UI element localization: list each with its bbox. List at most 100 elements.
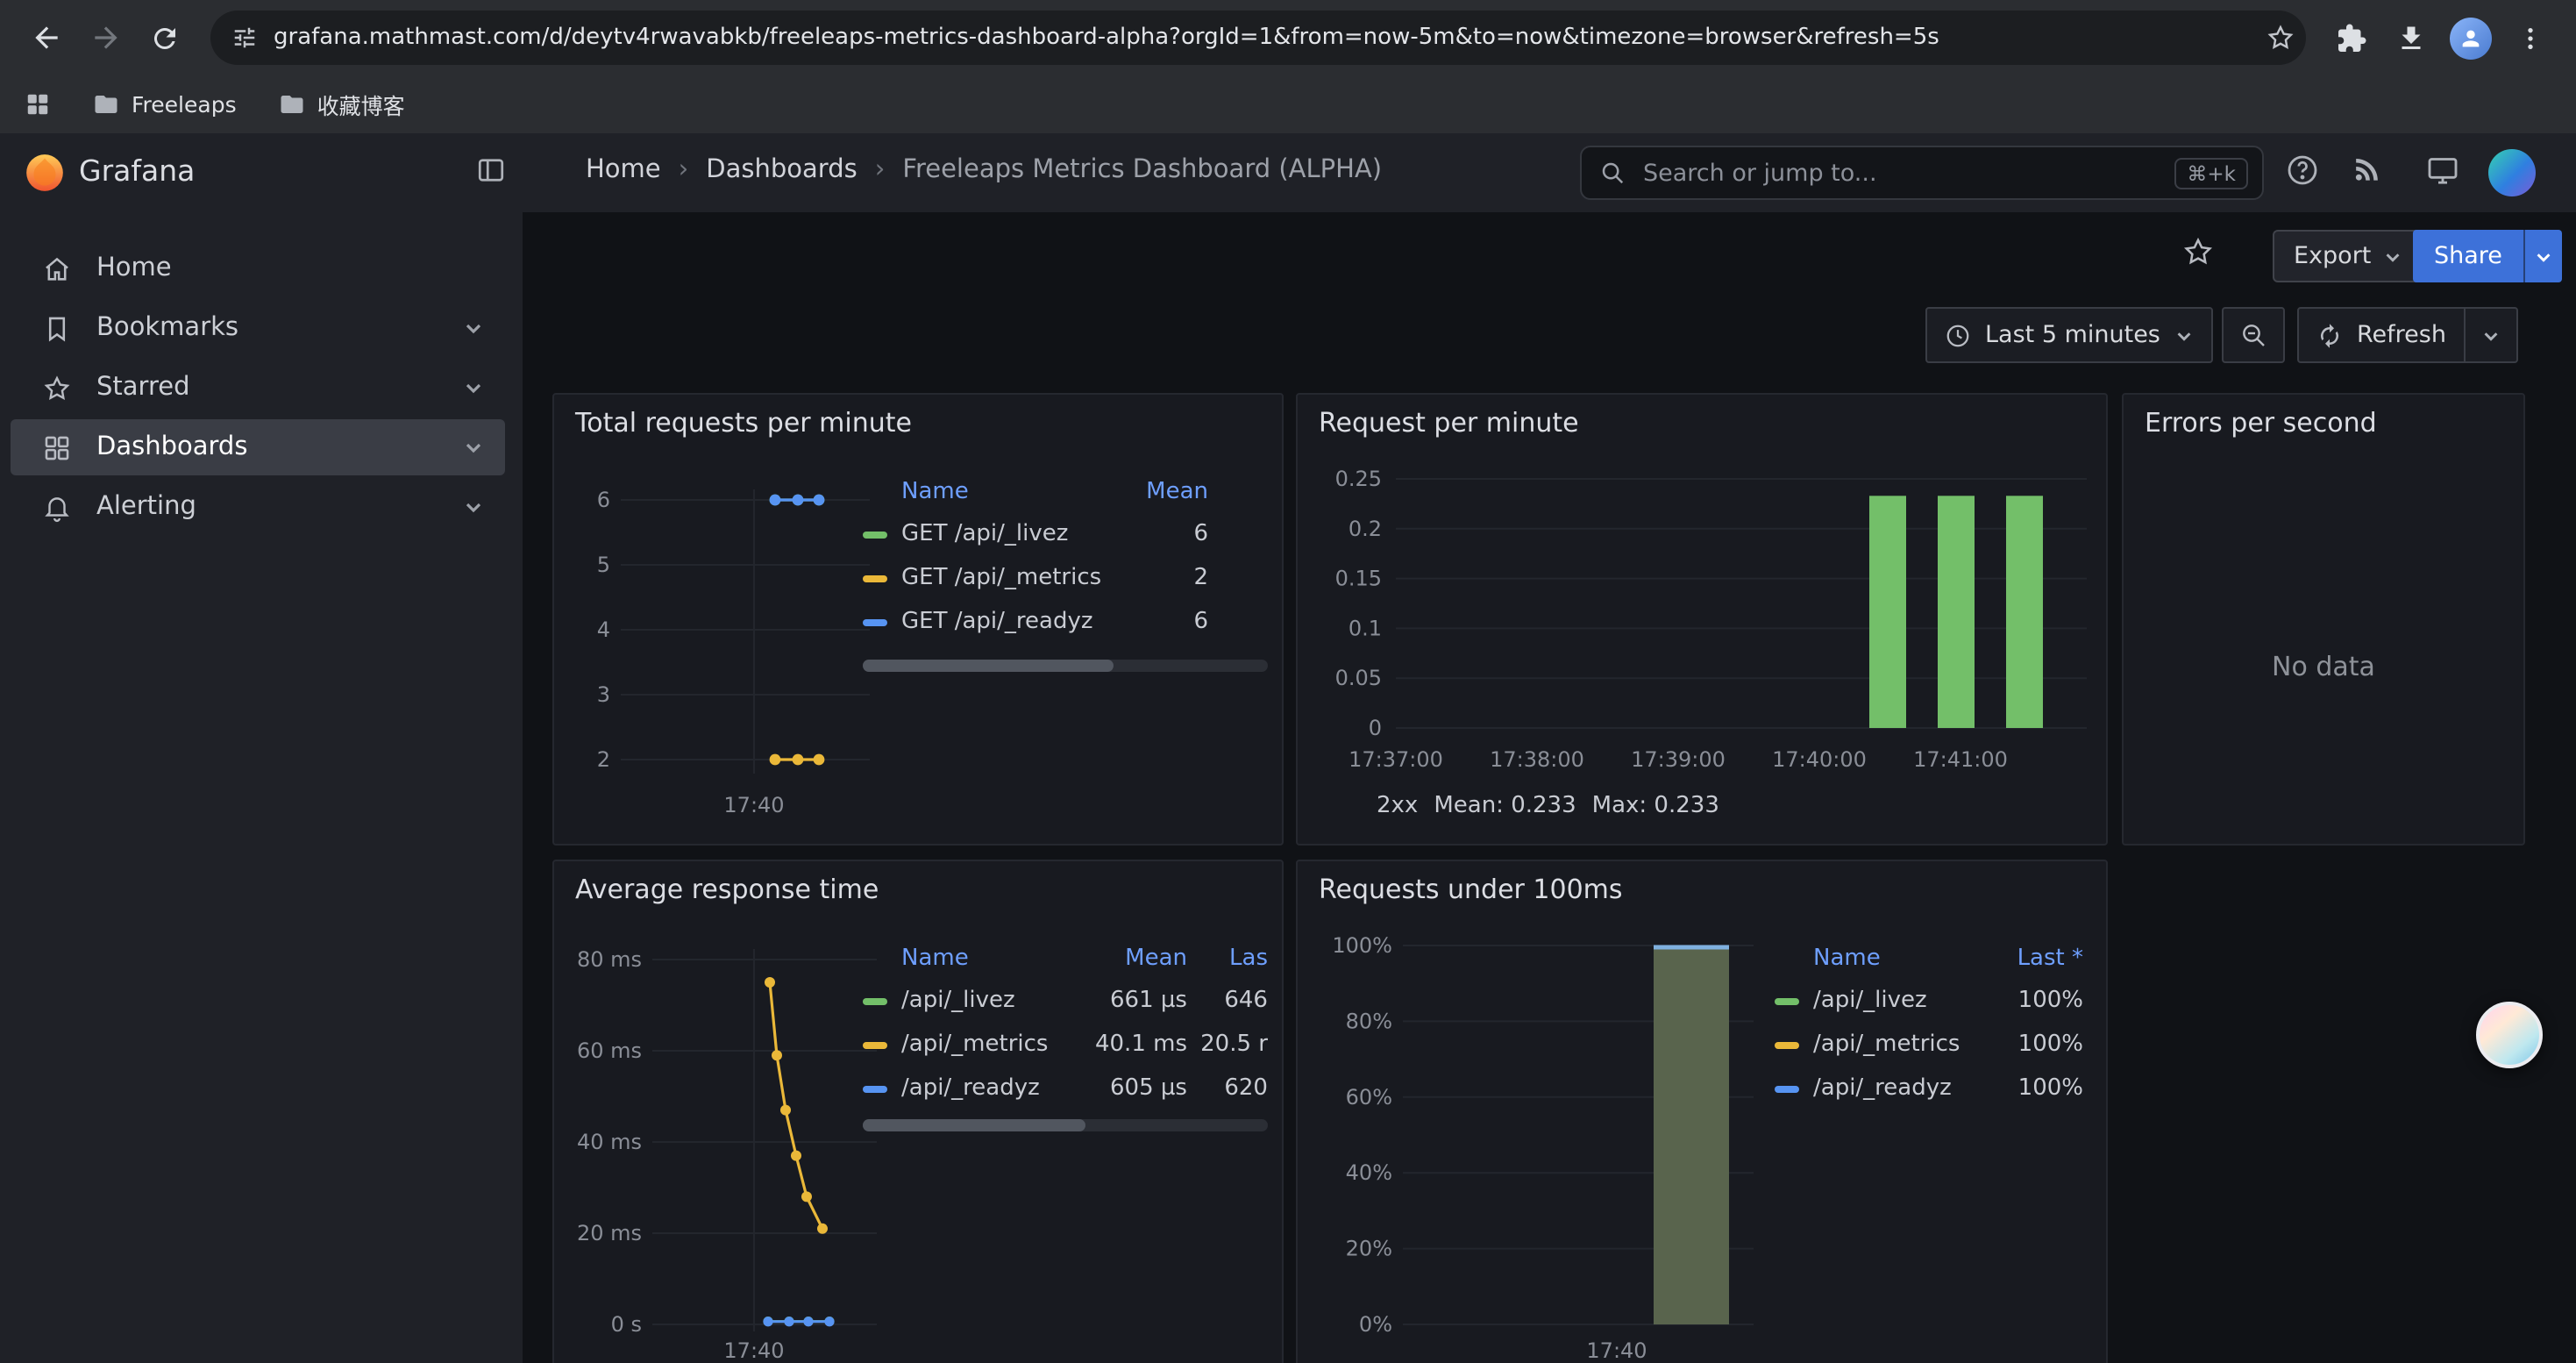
time-range-picker[interactable]: Last 5 minutes xyxy=(1925,307,2213,363)
legend-series-key[interactable] xyxy=(1775,1041,1799,1048)
legend-row: /api/_readyz100% xyxy=(1775,1067,2083,1110)
legend-series-key[interactable] xyxy=(863,997,887,1004)
grafana-logo[interactable] xyxy=(23,151,67,195)
legend-series-key[interactable] xyxy=(863,574,887,582)
legend-series-name[interactable]: 2xx xyxy=(1377,793,1418,819)
legend-series-name[interactable]: /api/_metrics xyxy=(901,1031,1089,1058)
legend-series-key[interactable] xyxy=(863,531,887,538)
bookmark-folder-freeleaps[interactable]: Freeleaps xyxy=(93,91,237,118)
svg-text:6: 6 xyxy=(597,488,610,512)
legend-series-name[interactable]: /api/_readyz xyxy=(1813,1075,1996,1102)
brand-text[interactable]: Grafana xyxy=(79,154,195,188)
chevron-down-icon[interactable] xyxy=(463,318,484,339)
legend-header-name[interactable]: Name xyxy=(901,479,1114,505)
legend-header-col[interactable]: Mean xyxy=(1089,946,1187,972)
browser-menu-button[interactable] xyxy=(2502,10,2558,66)
legend-header-col[interactable]: Mean xyxy=(1114,479,1208,505)
reload-button[interactable] xyxy=(137,10,193,66)
chart-total-requests[interactable]: 6543217:40 xyxy=(568,465,884,837)
bell-icon xyxy=(42,492,72,522)
breadcrumb-separator: › xyxy=(679,156,689,184)
breadcrumb-home[interactable]: Home xyxy=(586,156,661,184)
forward-button[interactable] xyxy=(77,10,133,66)
legend-series-key[interactable] xyxy=(863,1085,887,1092)
url-text[interactable]: grafana.mathmast.com/d/deytv4rwavabkb/fr… xyxy=(274,25,2250,51)
legend-series-key[interactable] xyxy=(1775,1085,1799,1092)
legend-scrollbar[interactable] xyxy=(863,1119,1268,1131)
legend-header-name[interactable]: Name xyxy=(901,946,1089,972)
legend-series-key[interactable] xyxy=(863,1041,887,1048)
chart-average-response-time[interactable]: 80 ms60 ms40 ms20 ms0 s17:40 xyxy=(568,931,891,1363)
chevron-down-icon[interactable] xyxy=(463,377,484,398)
back-button[interactable] xyxy=(18,10,74,66)
profile-button[interactable] xyxy=(2443,10,2499,66)
legend-series-name[interactable]: /api/_metrics xyxy=(1813,1031,1996,1058)
user-avatar[interactable] xyxy=(2488,149,2536,196)
sidebar-item-label: Dashboards xyxy=(96,433,247,461)
sidebar-toggle-icon[interactable] xyxy=(475,154,507,186)
legend-series-name[interactable]: /api/_livez xyxy=(1813,988,1996,1014)
chevron-down-icon xyxy=(2383,246,2402,266)
legend-value: 100% xyxy=(1996,988,2083,1014)
sidebar-item-home[interactable]: Home xyxy=(11,240,505,296)
url-bar[interactable]: grafana.mathmast.com/d/deytv4rwavabkb/fr… xyxy=(210,11,2306,65)
panel-title[interactable]: Total requests per minute xyxy=(575,407,912,439)
svg-text:40 ms: 40 ms xyxy=(577,1130,642,1154)
favorite-dashboard-star-icon[interactable] xyxy=(2181,235,2215,268)
share-menu-button[interactable] xyxy=(2523,230,2562,282)
chart-request-per-minute[interactable]: 0.250.20.150.10.05017:37:0017:38:0017:39… xyxy=(1305,465,2097,798)
refresh-interval-button[interactable] xyxy=(2466,307,2518,363)
svg-text:0.25: 0.25 xyxy=(1335,467,1382,491)
sidebar-item-dashboards[interactable]: Dashboards xyxy=(11,419,505,475)
chevron-down-icon[interactable] xyxy=(463,496,484,517)
sidebar-item-starred[interactable]: Starred xyxy=(11,360,505,416)
bookmark-star-icon[interactable] xyxy=(2266,23,2295,53)
svg-text:17:40:00: 17:40:00 xyxy=(1772,747,1867,772)
search-input[interactable] xyxy=(1640,157,2160,189)
legend-value: 6 xyxy=(1114,609,1208,635)
sidebar-item-label: Home xyxy=(96,254,172,282)
news-rss-icon[interactable] xyxy=(2353,153,2387,186)
chart-requests-under-100ms[interactable]: 100%80%60%40%20%0%17:40 xyxy=(1312,931,1768,1363)
panel-title[interactable]: Errors per second xyxy=(2145,407,2377,439)
legend-header-col[interactable]: Las xyxy=(1187,946,1268,972)
floating-assistant-avatar[interactable] xyxy=(2476,1002,2543,1068)
legend-header-col[interactable]: Last * xyxy=(1996,946,2083,972)
bookmark-folder-blogs[interactable]: 收藏博客 xyxy=(279,88,405,121)
panel-title[interactable]: Average response time xyxy=(575,874,879,905)
legend-scrollbar[interactable] xyxy=(863,660,1268,672)
scrollbar-thumb[interactable] xyxy=(863,1119,1085,1131)
downloads-button[interactable] xyxy=(2383,10,2439,66)
refresh-button[interactable]: Refresh xyxy=(2297,307,2466,363)
chevron-down-icon[interactable] xyxy=(463,437,484,458)
extensions-button[interactable] xyxy=(2323,10,2380,66)
display-icon[interactable] xyxy=(2425,153,2460,188)
legend-series-name[interactable]: GET /api/_livez xyxy=(901,521,1114,547)
scrollbar-thumb[interactable] xyxy=(863,660,1114,672)
search-box[interactable]: ⌘+k xyxy=(1580,146,2264,200)
legend-series-name[interactable]: /api/_readyz xyxy=(901,1075,1089,1102)
bookmark-label: Freeleaps xyxy=(132,91,237,118)
panel-title[interactable]: Request per minute xyxy=(1319,407,1579,439)
export-button[interactable]: Export xyxy=(2273,230,2423,282)
legend-header-name[interactable]: Name xyxy=(1813,946,1996,972)
svg-text:60 ms: 60 ms xyxy=(577,1038,642,1063)
legend-header: NameMean xyxy=(863,472,1268,512)
legend-series-name[interactable]: GET /api/_metrics xyxy=(901,565,1114,591)
legend-series-key[interactable] xyxy=(863,618,887,625)
legend-series-name[interactable]: GET /api/_readyz xyxy=(901,609,1114,635)
legend-series-name[interactable]: /api/_livez xyxy=(901,988,1089,1014)
zoom-out-button[interactable] xyxy=(2222,307,2285,363)
sidebar-item-alerting[interactable]: Alerting xyxy=(11,479,505,535)
apps-grid-icon[interactable] xyxy=(25,91,51,118)
sidebar-item-bookmarks[interactable]: Bookmarks xyxy=(11,300,505,356)
site-settings-icon[interactable] xyxy=(231,25,258,51)
breadcrumb-dashboards[interactable]: Dashboards xyxy=(706,156,857,184)
help-icon[interactable] xyxy=(2285,153,2320,188)
svg-text:40%: 40% xyxy=(1346,1160,1392,1185)
panel-title[interactable]: Requests under 100ms xyxy=(1319,874,1623,905)
legend-series-key[interactable] xyxy=(1775,997,1799,1004)
legend-series-key[interactable] xyxy=(1322,803,1347,810)
share-button[interactable]: Share xyxy=(2413,230,2523,282)
screen: grafana.mathmast.com/d/deytv4rwavabkb/fr… xyxy=(0,0,2576,1363)
